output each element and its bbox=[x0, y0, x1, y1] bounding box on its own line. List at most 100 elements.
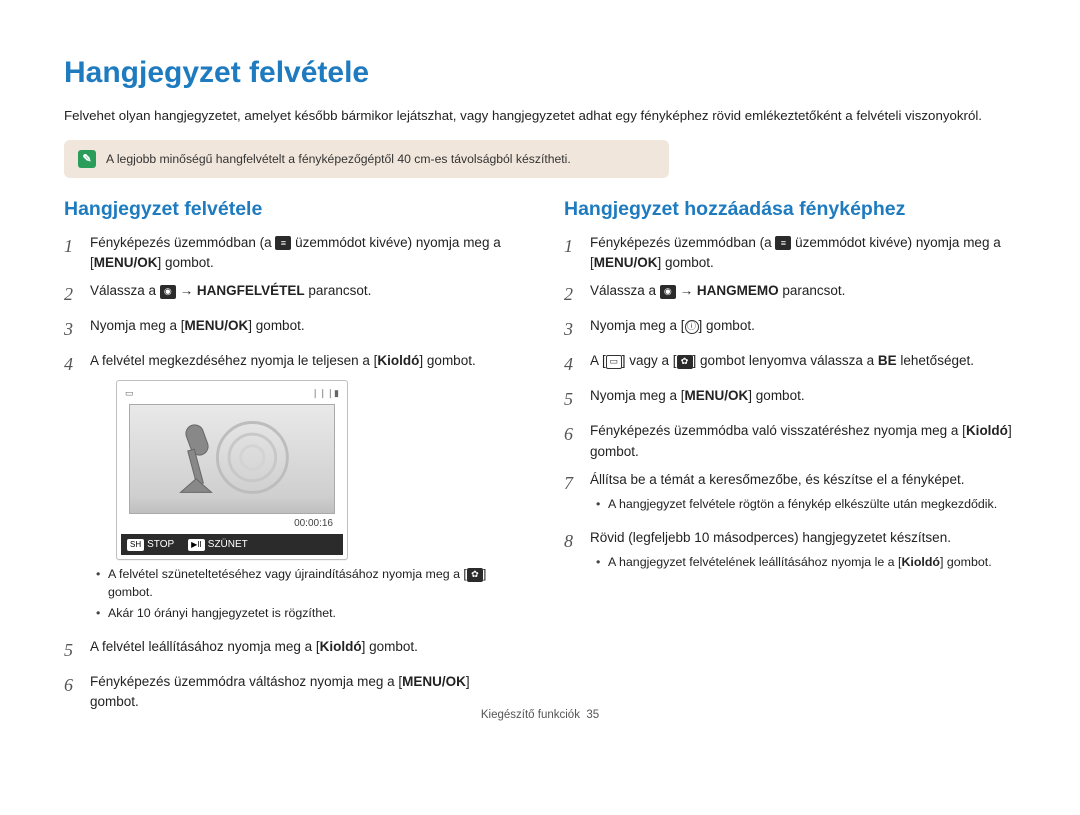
text: ] gombot. bbox=[748, 388, 804, 403]
page: Hangjegyzet felvétele Felvehet olyan han… bbox=[0, 0, 1080, 731]
camera-icon: ◉ bbox=[160, 285, 176, 299]
step-number: 7 bbox=[564, 470, 582, 520]
macro-icon: ✿ bbox=[467, 568, 483, 582]
text: ] gombot. bbox=[699, 318, 755, 333]
shutter-label: Kioldó bbox=[966, 423, 1008, 438]
tip-text: A legjobb minőségű hangfelvételt a fényk… bbox=[106, 152, 571, 166]
movie-mode-icon: ≡ bbox=[775, 236, 791, 250]
step-body: Rövid (legfeljebb 10 másodperces) hangje… bbox=[590, 528, 1016, 578]
text: A felvétel szüneteltetéséhez vagy újrain… bbox=[108, 567, 467, 581]
menu-ok-label: MENU/OK bbox=[685, 388, 749, 403]
text: Nyomja meg a [ bbox=[590, 318, 685, 333]
step-body: Válassza a ◉ → HANGFELVÉTEL parancsot. bbox=[90, 281, 516, 308]
stop-control: SHSTOP bbox=[127, 537, 174, 552]
text: ] gombot. bbox=[419, 353, 475, 368]
step-body: Fényképezés üzemmódban (a ≡ üzemmódot ki… bbox=[590, 233, 1016, 274]
tip-box: ✎ A legjobb minőségű hangfelvételt a fén… bbox=[64, 140, 669, 178]
lcd-controls: SHSTOP ▶IISZÜNET bbox=[121, 534, 343, 555]
step-4: 4 A felvétel megkezdéséhez nyomja le tel… bbox=[64, 351, 516, 629]
pause-icon: ▶II bbox=[188, 539, 205, 551]
text: Nyomja meg a [ bbox=[590, 388, 685, 403]
step-body: Nyomja meg a [MENU/OK] gombot. bbox=[90, 316, 516, 343]
text: A hangjegyzet felvételének leállításához… bbox=[608, 555, 901, 569]
text: Nyomja meg a [ bbox=[90, 318, 185, 333]
step-body: Állítsa be a témát a keresőmezőbe, és ké… bbox=[590, 470, 1016, 520]
pause-label: SZÜNET bbox=[208, 539, 248, 550]
text: ] gombot. bbox=[658, 255, 714, 270]
step-1: 1 Fényképezés üzemmódban (a ≡ üzemmódot … bbox=[64, 233, 516, 274]
step-1: 1 Fényképezés üzemmódban (a ≡ üzemmódot … bbox=[564, 233, 1016, 274]
text: ] gombot. bbox=[940, 555, 992, 569]
text: lehetőséget. bbox=[897, 353, 974, 368]
section-heading-right: Hangjegyzet hozzáadása fényképhez bbox=[564, 198, 1016, 221]
step-number: 2 bbox=[564, 281, 582, 308]
menu-ok-label: MENU/OK bbox=[402, 674, 466, 689]
bullet: Akár 10 órányi hangjegyzetet is rögzíthe… bbox=[96, 605, 516, 623]
step-number: 5 bbox=[564, 386, 582, 413]
microphone-icon bbox=[130, 405, 334, 512]
command-label: HANGFELVÉTEL bbox=[197, 283, 305, 298]
step-body: Fényképezés üzemmódra váltáshoz nyomja m… bbox=[90, 672, 516, 713]
step-number: 1 bbox=[564, 233, 582, 274]
step-7: 7 Állítsa be a témát a keresőmezőbe, és … bbox=[564, 470, 1016, 520]
pause-control: ▶IISZÜNET bbox=[188, 537, 248, 552]
step-6: 6 Fényképezés üzemmódba való visszatérés… bbox=[564, 421, 1016, 462]
text: A felvétel megkezdéséhez nyomja le telje… bbox=[90, 353, 377, 368]
bullet: A felvétel szüneteltetéséhez vagy újrain… bbox=[96, 566, 516, 602]
text: Rövid (legfeljebb 10 másodperces) hangje… bbox=[590, 530, 951, 545]
text: ] gombot. bbox=[158, 255, 214, 270]
step-2: 2 Válassza a ◉ → HANGMEMO parancsot. bbox=[564, 281, 1016, 308]
step-body: A felvétel megkezdéséhez nyomja le telje… bbox=[90, 351, 516, 629]
step-body: A [▭] vagy a [✿] gombot lenyomva válassz… bbox=[590, 351, 1016, 378]
shutter-label: Kioldó bbox=[320, 639, 362, 654]
step-4: 4 A [▭] vagy a [✿] gombot lenyomva válas… bbox=[564, 351, 1016, 378]
text: ] gombot. bbox=[362, 639, 418, 654]
steps-left: 1 Fényképezés üzemmódban (a ≡ üzemmódot … bbox=[64, 233, 516, 713]
footer-page-number: 35 bbox=[586, 709, 599, 721]
command-label: HANGMEMO bbox=[697, 283, 779, 298]
display-icon: ▭ bbox=[606, 355, 622, 369]
step-number: 2 bbox=[64, 281, 82, 308]
step-number: 6 bbox=[564, 421, 582, 462]
on-label: BE bbox=[878, 353, 897, 368]
note-bullets: A felvétel szüneteltetéséhez vagy újrain… bbox=[96, 566, 516, 623]
step-2: 2 Válassza a ◉ → HANGFELVÉTEL parancsot. bbox=[64, 281, 516, 308]
footer-section: Kiegészítő funkciók bbox=[481, 709, 580, 721]
step-number: 4 bbox=[64, 351, 82, 629]
menu-ok-label: MENU/OK bbox=[94, 255, 158, 270]
step-body: Nyomja meg a [ⓘ] gombot. bbox=[590, 316, 1016, 343]
lcd-picture-area bbox=[129, 404, 335, 514]
step-number: 5 bbox=[64, 637, 82, 664]
bullet: A hangjegyzet felvételének leállításához… bbox=[596, 554, 1016, 572]
text: Fényképezés üzemmódra váltáshoz nyomja m… bbox=[90, 674, 402, 689]
note-bullets: A hangjegyzet felvétele rögtön a fénykép… bbox=[596, 496, 1016, 514]
step-body: Nyomja meg a [MENU/OK] gombot. bbox=[590, 386, 1016, 413]
step-body: A felvétel leállításához nyomja meg a [K… bbox=[90, 637, 516, 664]
step-number: 1 bbox=[64, 233, 82, 274]
text: A [ bbox=[590, 353, 606, 368]
note-bullets: A hangjegyzet felvételének leállításához… bbox=[596, 554, 1016, 572]
step-8: 8 Rövid (legfeljebb 10 másodperces) hang… bbox=[564, 528, 1016, 578]
steps-right: 1 Fényképezés üzemmódban (a ≡ üzemmódot … bbox=[564, 233, 1016, 578]
column-right: Hangjegyzet hozzáadása fényképhez 1 Fény… bbox=[564, 198, 1016, 721]
step-number: 4 bbox=[564, 351, 582, 378]
text: Válassza a bbox=[90, 283, 160, 298]
text: ] gombot lenyomva válassza a bbox=[693, 353, 878, 368]
step-number: 3 bbox=[564, 316, 582, 343]
columns: Hangjegyzet felvétele 1 Fényképezés üzem… bbox=[64, 198, 1016, 721]
step-body: Válassza a ◉ → HANGMEMO parancsot. bbox=[590, 281, 1016, 308]
text: Fényképezés üzemmódban (a bbox=[90, 235, 275, 250]
column-left: Hangjegyzet felvétele 1 Fényképezés üzem… bbox=[64, 198, 516, 721]
stop-icon: SH bbox=[127, 539, 144, 551]
note-icon: ✎ bbox=[78, 150, 96, 168]
bullet: A hangjegyzet felvétele rögtön a fénykép… bbox=[596, 496, 1016, 514]
menu-ok-label: MENU/OK bbox=[185, 318, 249, 333]
arrow: → bbox=[680, 283, 697, 298]
step-6: 6 Fényképezés üzemmódra váltáshoz nyomja… bbox=[64, 672, 516, 713]
movie-mode-icon: ≡ bbox=[275, 236, 291, 250]
step-body: Fényképezés üzemmódba való visszatéréshe… bbox=[590, 421, 1016, 462]
menu-ok-label: MENU/OK bbox=[594, 255, 658, 270]
camera-icon: ◉ bbox=[660, 285, 676, 299]
timer-icon: ⓘ bbox=[685, 320, 699, 334]
text: parancsot. bbox=[305, 283, 372, 298]
